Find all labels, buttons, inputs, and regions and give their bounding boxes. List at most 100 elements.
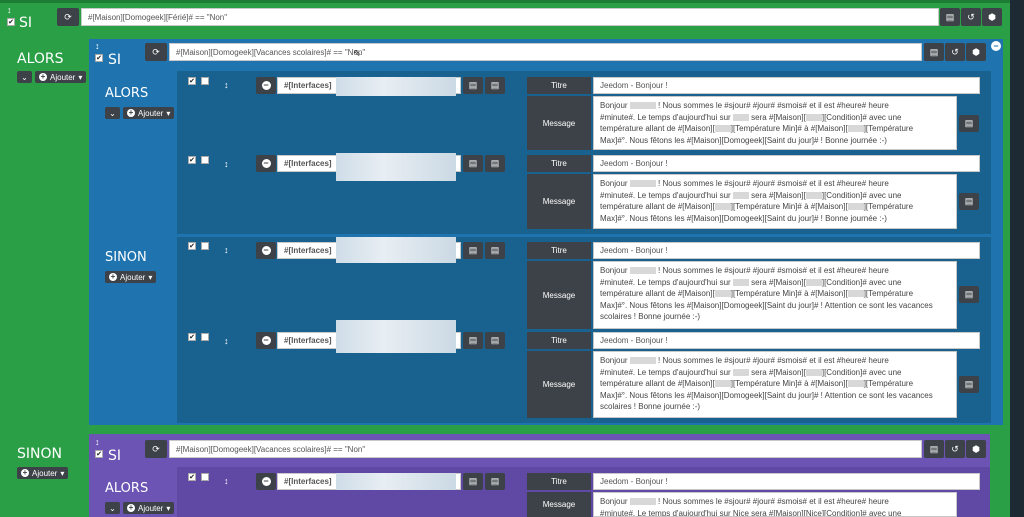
inner-sinon-ajouter-button[interactable]: + Ajouter ▾: [105, 271, 157, 283]
redacted-area: [336, 153, 456, 181]
refresh-icon[interactable]: ⟳: [145, 43, 167, 61]
list-icon[interactable]: ▤: [485, 242, 505, 259]
sort-icon[interactable]: ↕: [224, 337, 229, 346]
action-option-checkbox[interactable]: [201, 77, 209, 85]
msg-text: scolaires ! Bonne journée :-): [600, 402, 701, 411]
list-icon[interactable]: ▤: [463, 242, 483, 259]
message-textarea[interactable]: Bonjour ! Nous sommes le #sjour# #jour# …: [593, 96, 957, 150]
action-option-checkbox[interactable]: [201, 473, 209, 481]
message-textarea[interactable]: Bonjour ! Nous sommes le #sjour# #jour# …: [593, 174, 957, 229]
redacted-area: [336, 320, 456, 353]
action-enable-checkbox[interactable]: ✔: [188, 156, 196, 164]
cube-icon[interactable]: ⬢: [966, 440, 986, 458]
minus-symbol: −: [261, 158, 271, 168]
outer-sinon-ajouter-button[interactable]: + Ajouter ▾: [17, 467, 69, 479]
action-enable-checkbox[interactable]: ✔: [188, 473, 196, 481]
list-icon[interactable]: ▤: [959, 286, 979, 303]
list-icon[interactable]: ▤: [940, 8, 960, 26]
undo-icon[interactable]: ↺: [945, 43, 965, 61]
redacted: [805, 368, 822, 376]
command-prefix: #[Interfaces]: [284, 246, 332, 255]
msg-text: température allant de #[Maison][: [600, 379, 715, 388]
minus-symbol: −: [261, 476, 271, 486]
redacted-area: [336, 237, 456, 263]
outer-si-checkbox[interactable]: ✔: [7, 18, 15, 26]
sort-icon[interactable]: ↕: [95, 438, 100, 447]
scrollbar-track[interactable]: [1010, 0, 1024, 517]
minus-circle-icon[interactable]: −: [256, 242, 276, 259]
msg-text: ][Condition]# avec une: [821, 190, 902, 200]
msg-text: ][Température: [863, 202, 914, 211]
inner-condition-input-2[interactable]: #[Maison][Domogeek][Vacances scolaires]#…: [169, 440, 922, 458]
inner-si-checkbox[interactable]: ✔: [95, 54, 103, 62]
refresh-icon[interactable]: ⟳: [145, 440, 167, 458]
action-enable-checkbox[interactable]: ✔: [188, 242, 196, 250]
cube-icon[interactable]: ⬢: [982, 8, 1002, 26]
inner-si-label: SI: [108, 52, 122, 68]
list-icon[interactable]: ▤: [485, 155, 505, 172]
sort-icon[interactable]: ↕: [224, 477, 229, 486]
undo-icon[interactable]: ↺: [961, 8, 981, 26]
sort-icon[interactable]: ↕: [7, 6, 12, 15]
redacted-area: [336, 473, 456, 490]
list-icon[interactable]: ▤: [463, 155, 483, 172]
minus-circle-icon[interactable]: −: [256, 332, 276, 349]
inner-alors-ajouter-button[interactable]: + Ajouter ▾: [123, 107, 175, 119]
titre-input[interactable]: Jeedom - Bonjour !: [593, 473, 980, 490]
sort-icon[interactable]: ↕: [224, 246, 229, 255]
cube-icon[interactable]: ⬢: [966, 43, 986, 61]
minus-circle-icon[interactable]: −: [256, 155, 276, 172]
message-textarea[interactable]: Bonjour ! Nous sommes le #sjour# #jour# …: [593, 261, 957, 329]
inner-condition-input-1[interactable]: #[Maison][Domogeek][Vacances scolaires]#…: [169, 43, 922, 61]
list-icon[interactable]: ▤: [959, 193, 979, 210]
list-icon[interactable]: ▤: [485, 77, 505, 94]
chevron-down-icon[interactable]: ⌄: [17, 71, 32, 83]
list-icon[interactable]: ▤: [924, 43, 944, 61]
refresh-icon[interactable]: ⟳: [57, 8, 79, 26]
list-icon[interactable]: ▤: [959, 376, 979, 393]
undo-icon[interactable]: ↺: [945, 440, 965, 458]
list-icon[interactable]: ▤: [924, 440, 944, 458]
message-label: Message: [527, 492, 591, 517]
top-border: [0, 0, 1010, 3]
sort-icon[interactable]: ↕: [224, 160, 229, 169]
msg-text: scolaires ! Bonne journée :-): [600, 312, 701, 321]
msg-text: ][Condition]# avec une: [821, 112, 902, 122]
minus-symbol: −: [261, 80, 271, 90]
list-icon[interactable]: ▤: [463, 77, 483, 94]
list-icon[interactable]: ▤: [959, 115, 979, 132]
chevron-down-icon[interactable]: ⌄: [105, 502, 120, 514]
outer-alors-ajouter-button[interactable]: + Ajouter ▾: [35, 71, 87, 83]
action-option-checkbox[interactable]: [201, 242, 209, 250]
msg-text: #minute#. Le temps d'aujourd'hui sur Nic…: [600, 508, 902, 517]
msg-text: ! Nous sommes le #sjour# #jour# #smois# …: [658, 266, 889, 275]
chevron-down-icon[interactable]: ⌄: [105, 107, 120, 119]
list-icon[interactable]: ▤: [463, 332, 483, 349]
message-textarea[interactable]: Bonjour ! Nous sommes le #sjour# #jour# …: [593, 492, 957, 517]
titre-input[interactable]: Jeedom - Bonjour !: [593, 332, 980, 349]
message-textarea[interactable]: Bonjour ! Nous sommes le #sjour# #jour# …: [593, 351, 957, 418]
minus-circle-icon[interactable]: −: [256, 77, 276, 94]
ajouter-label: Ajouter: [50, 72, 76, 82]
redacted: [629, 102, 656, 110]
titre-input[interactable]: Jeedom - Bonjour !: [593, 242, 980, 259]
sort-icon[interactable]: ↕: [95, 42, 100, 51]
inner-si-checkbox[interactable]: ✔: [95, 450, 103, 458]
purple-alors-ajouter-button[interactable]: + Ajouter ▾: [123, 502, 175, 514]
close-circle-icon[interactable]: −: [991, 41, 1001, 51]
titre-input[interactable]: Jeedom - Bonjour !: [593, 77, 980, 94]
action-enable-checkbox[interactable]: ✔: [188, 77, 196, 85]
list-icon[interactable]: ▤: [485, 473, 505, 490]
list-icon[interactable]: ▤: [463, 473, 483, 490]
action-enable-checkbox[interactable]: ✔: [188, 333, 196, 341]
inner-sinon-label: SINON: [105, 250, 147, 265]
sort-icon[interactable]: ↕: [224, 81, 229, 90]
outer-condition-input[interactable]: #[Maison][Domogeek][Férié]# == "Non": [81, 8, 939, 26]
list-icon[interactable]: ▤: [485, 332, 505, 349]
titre-input[interactable]: Jeedom - Bonjour !: [593, 155, 980, 172]
minus-circle-icon[interactable]: −: [256, 473, 276, 490]
command-prefix: #[Interfaces]: [284, 336, 332, 345]
msg-text: #minute#. Le temps d'aujourd'hui sur: [600, 190, 731, 200]
action-option-checkbox[interactable]: [201, 156, 209, 164]
action-option-checkbox[interactable]: [201, 333, 209, 341]
